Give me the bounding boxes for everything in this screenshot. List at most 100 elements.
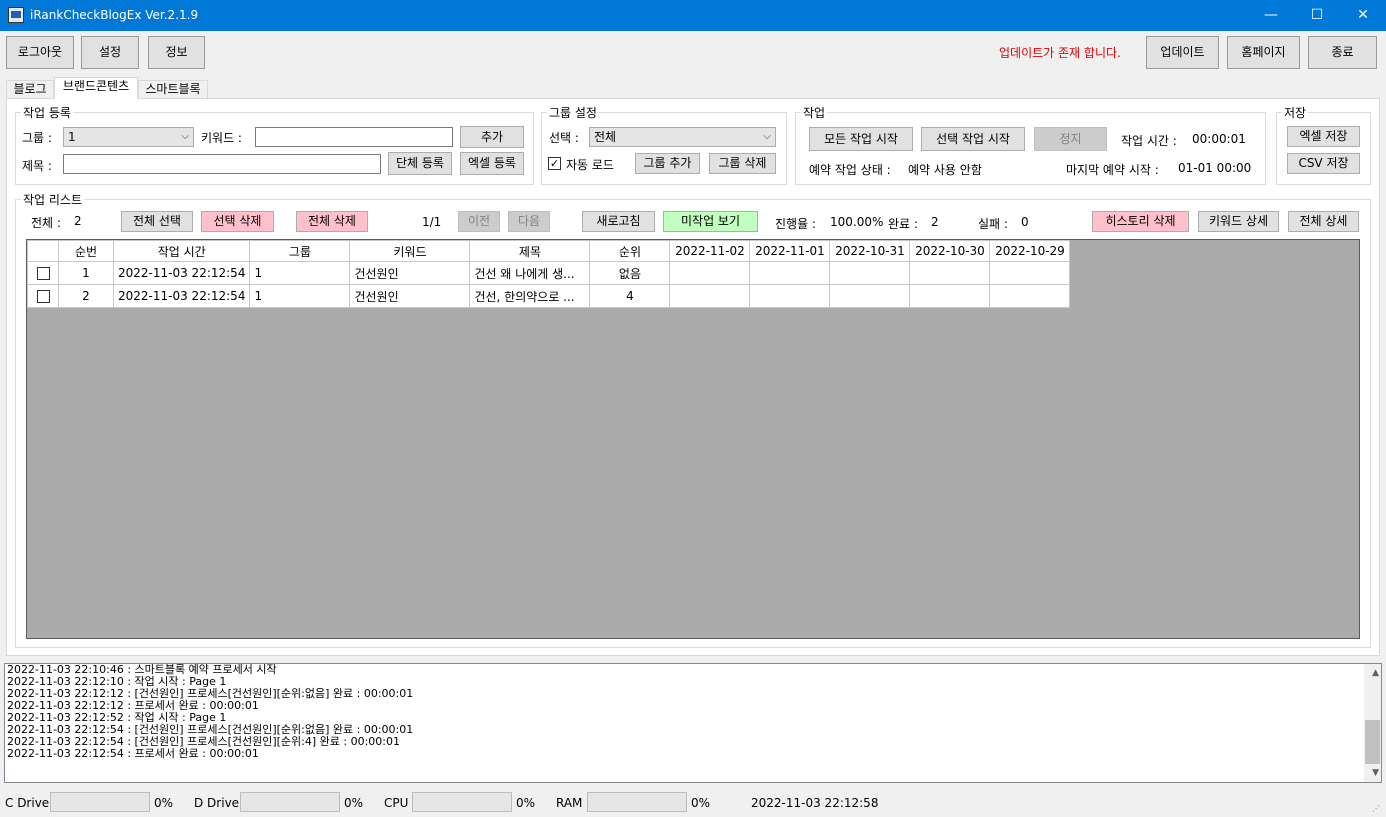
d-drive-label: D Drive — [194, 796, 240, 810]
row-checkbox[interactable] — [36, 290, 50, 303]
update-notice: 업데이트가 존재 합니다. — [999, 46, 1121, 60]
job-table: 순번 작업 시간 그룹 키워드 제목 순위 2022-11-02 2022-11… — [27, 240, 1071, 308]
refresh-button[interactable]: 새로고침 — [582, 211, 655, 232]
col-title[interactable]: 제목 — [469, 240, 591, 262]
d-drive-meter — [240, 792, 340, 812]
title-input[interactable] — [63, 154, 381, 174]
close-button[interactable]: ✕ — [1340, 0, 1386, 31]
job-grid[interactable]: 순번 작업 시간 그룹 키워드 제목 순위 2022-11-02 2022-11… — [26, 239, 1360, 639]
col-keyword[interactable]: 키워드 — [349, 240, 471, 262]
info-button[interactable]: 정보 — [148, 36, 205, 69]
cpu-value: 0% — [516, 796, 536, 810]
fail-value: 0 — [1021, 215, 1029, 229]
list-legend: 작업 리스트 — [21, 191, 85, 208]
col-date-3[interactable]: 2022-10-31 — [829, 240, 911, 262]
scroll-thumb[interactable] — [1365, 720, 1380, 764]
keyword-input[interactable] — [255, 127, 453, 147]
group-filter-select[interactable]: 전체 ⌵ — [589, 127, 776, 147]
tab-blog[interactable]: 블로그 — [6, 80, 54, 98]
next-button[interactable]: 다음 — [508, 211, 550, 232]
exit-button[interactable]: 종료 — [1308, 36, 1377, 69]
auto-load-checkbox[interactable]: ✓ — [548, 157, 561, 170]
start-all-button[interactable]: 모든 작업 시작 — [809, 127, 913, 151]
tab-brand-content[interactable]: 브랜드콘텐츠 — [54, 77, 138, 99]
col-date-2[interactable]: 2022-11-01 — [749, 240, 831, 262]
window-title: iRankCheckBlogEx Ver.2.1.9 — [30, 8, 199, 22]
prev-button[interactable]: 이전 — [458, 211, 500, 232]
total-label: 전체 : — [31, 216, 61, 230]
fail-label: 실패 : — [978, 217, 1008, 231]
schedule-label: 예약 작업 상태 : — [809, 163, 891, 177]
progress-label: 진행율 : — [775, 217, 816, 231]
table-row[interactable]: 1 2022-11-03 22:12:54 1 건선원인 건선 왜 나에게 생.… — [27, 261, 1071, 285]
tab-smart-block[interactable]: 스마트블록 — [138, 80, 208, 98]
grid-header-row: 순번 작업 시간 그룹 키워드 제목 순위 2022-11-02 2022-11… — [27, 240, 1071, 262]
add-group-button[interactable]: 그룹 추가 — [635, 153, 700, 174]
cell-date-2 — [749, 261, 831, 285]
done-label: 완료 : — [888, 217, 918, 231]
homepage-button[interactable]: 홈페이지 — [1227, 36, 1300, 69]
logout-button[interactable]: 로그아웃 — [6, 36, 74, 69]
ram-meter — [587, 792, 687, 812]
ram-value: 0% — [691, 796, 711, 810]
c-drive-value: 0% — [154, 796, 174, 810]
job-legend: 작업 — [801, 104, 828, 121]
auto-load-label: 자동 로드 — [566, 158, 614, 172]
excel-save-button[interactable]: 엑셀 저장 — [1287, 126, 1360, 147]
show-pending-button[interactable]: 미작업 보기 — [663, 211, 758, 232]
total-value: 2 — [74, 214, 82, 228]
last-schedule-label: 마지막 예약 시작 : — [1066, 163, 1159, 177]
scroll-down-icon[interactable]: ▼ — [1372, 768, 1379, 778]
col-time[interactable]: 작업 시간 — [112, 240, 251, 262]
single-register-button[interactable]: 단체 등록 — [388, 152, 452, 175]
update-button[interactable]: 업데이트 — [1146, 36, 1219, 69]
col-check[interactable] — [27, 240, 59, 262]
cell-date-1 — [669, 261, 751, 285]
group-select[interactable]: 1 ⌵ — [63, 127, 194, 147]
settings-button[interactable]: 설정 — [81, 36, 139, 69]
log-scrollbar[interactable]: ▲ ▼ — [1364, 664, 1381, 782]
keyword-detail-button[interactable]: 키워드 상세 — [1198, 211, 1279, 232]
page-indicator: 1/1 — [422, 215, 442, 229]
start-selected-button[interactable]: 선택 작업 시작 — [921, 127, 1025, 151]
excel-register-button[interactable]: 엑셀 등록 — [460, 152, 524, 175]
delete-all-button[interactable]: 전체 삭제 — [296, 211, 368, 232]
d-drive-value: 0% — [344, 796, 364, 810]
all-detail-button[interactable]: 전체 상세 — [1288, 211, 1359, 232]
done-value: 2 — [931, 215, 939, 229]
cell-date-4 — [909, 284, 991, 308]
progress-value: 100.00% — [830, 215, 884, 229]
job-time-value: 00:00:01 — [1192, 132, 1246, 146]
status-clock: 2022-11-03 22:12:58 — [751, 796, 879, 810]
cell-time: 2022-11-03 22:12:54 — [112, 261, 251, 285]
col-no[interactable]: 순번 — [58, 240, 114, 262]
row-checkbox[interactable] — [36, 267, 50, 280]
chevron-down-icon: ⌵ — [763, 131, 771, 142]
csv-save-button[interactable]: CSV 저장 — [1287, 153, 1360, 174]
c-drive-label: C Drive — [5, 796, 50, 810]
col-group[interactable]: 그룹 — [249, 240, 351, 262]
col-rank[interactable]: 순위 — [589, 240, 671, 262]
col-date-5[interactable]: 2022-10-29 — [989, 240, 1071, 262]
group-select-label: 선택 : — [549, 131, 579, 145]
add-button[interactable]: 추가 — [460, 126, 524, 148]
cell-date-5 — [989, 261, 1071, 285]
select-all-button[interactable]: 전체 선택 — [121, 211, 193, 232]
app-icon — [8, 7, 24, 23]
group-settings-legend: 그룹 설정 — [547, 104, 599, 121]
minimize-button[interactable]: — — [1248, 0, 1294, 31]
cpu-meter — [412, 792, 512, 812]
delete-selected-button[interactable]: 선택 삭제 — [201, 211, 274, 232]
stop-button[interactable]: 정지 — [1034, 127, 1107, 151]
cell-no: 1 — [58, 261, 114, 285]
cell-date-3 — [829, 261, 911, 285]
delete-group-button[interactable]: 그룹 삭제 — [709, 153, 776, 174]
col-date-1[interactable]: 2022-11-02 — [669, 240, 751, 262]
scroll-up-icon[interactable]: ▲ — [1372, 668, 1379, 678]
table-row[interactable]: 2 2022-11-03 22:12:54 1 건선원인 건선, 한의약으로 .… — [27, 284, 1071, 308]
resize-grip-icon[interactable]: ⋰ — [1372, 804, 1380, 813]
log-panel[interactable]: 2022-11-03 22:10:46 : 스마트블록 예약 프로세서 시작 2… — [4, 663, 1382, 783]
col-date-4[interactable]: 2022-10-30 — [909, 240, 991, 262]
delete-history-button[interactable]: 히스토리 삭제 — [1092, 211, 1189, 232]
maximize-button[interactable]: ☐ — [1294, 0, 1340, 31]
